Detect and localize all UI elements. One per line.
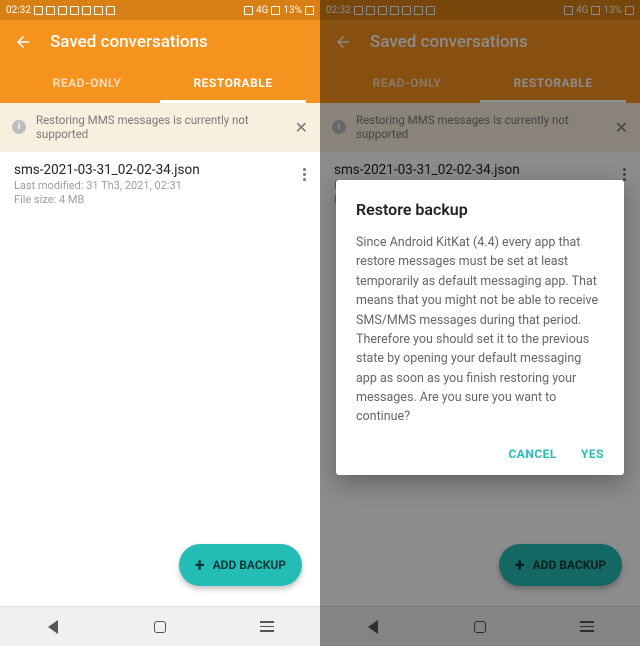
file-modified: Last modified: 31 Th3, 2021, 02:31: [14, 179, 295, 192]
status-icon: [94, 6, 103, 15]
cancel-button[interactable]: CANCEL: [508, 447, 556, 461]
app-bar: Saved conversations READ-ONLY RESTORABLE: [0, 20, 320, 103]
status-bar: 02:32 4G 13%: [0, 0, 320, 20]
fab-label: ADD BACKUP: [213, 558, 286, 572]
tab-restorable[interactable]: RESTORABLE: [160, 66, 306, 103]
battery-icon: [305, 6, 314, 15]
nav-recents-icon[interactable]: [259, 619, 275, 635]
status-icon: [46, 6, 55, 15]
tab-readonly[interactable]: READ-ONLY: [14, 66, 160, 103]
add-backup-fab[interactable]: + ADD BACKUP: [179, 544, 302, 586]
sim-icon: [244, 6, 253, 15]
restore-dialog: Restore backup Since Android KitKat (4.4…: [336, 180, 624, 475]
system-navbar: [0, 606, 320, 646]
file-size: File size: 4 MB: [14, 193, 295, 206]
info-icon: i: [12, 120, 26, 134]
warning-banner: i Restoring MMS messages is currently no…: [0, 103, 320, 152]
status-icon: [34, 6, 43, 15]
file-name: sms-2021-03-31_02-02-34.json: [14, 162, 295, 178]
banner-text: Restoring MMS messages is currently not …: [36, 113, 285, 141]
yes-button[interactable]: YES: [581, 447, 604, 461]
dialog-title: Restore backup: [356, 200, 604, 219]
status-icon: [82, 6, 91, 15]
battery-percent: 13%: [283, 5, 302, 16]
signal-icon: [271, 6, 280, 15]
status-right-cluster: 4G 13%: [244, 5, 314, 16]
status-time: 02:32: [6, 5, 31, 16]
back-arrow-icon[interactable]: [14, 33, 32, 51]
screenshot-right: 02:32 4G 13% Saved conversations READ-ON…: [320, 0, 640, 646]
nav-back-icon[interactable]: [45, 619, 61, 635]
nav-home-icon[interactable]: [152, 619, 168, 635]
dialog-body: Since Android KitKat (4.4) every app tha…: [356, 233, 604, 427]
screenshot-left: 02:32 4G 13% Saved conversations READ-ON…: [0, 0, 320, 646]
backup-list-item[interactable]: sms-2021-03-31_02-02-34.json Last modifi…: [0, 152, 320, 216]
status-icon: [70, 6, 79, 15]
status-icon: [106, 6, 115, 15]
tab-bar: READ-ONLY RESTORABLE: [14, 66, 306, 103]
status-left-cluster: 02:32: [6, 5, 115, 16]
page-title: Saved conversations: [50, 32, 208, 52]
plus-icon: +: [195, 555, 205, 576]
close-icon[interactable]: ✕: [295, 118, 308, 137]
network-label: 4G: [256, 5, 268, 16]
dialog-actions: CANCEL YES: [356, 447, 604, 465]
status-icon: [58, 6, 67, 15]
overflow-menu-icon[interactable]: [303, 162, 306, 181]
